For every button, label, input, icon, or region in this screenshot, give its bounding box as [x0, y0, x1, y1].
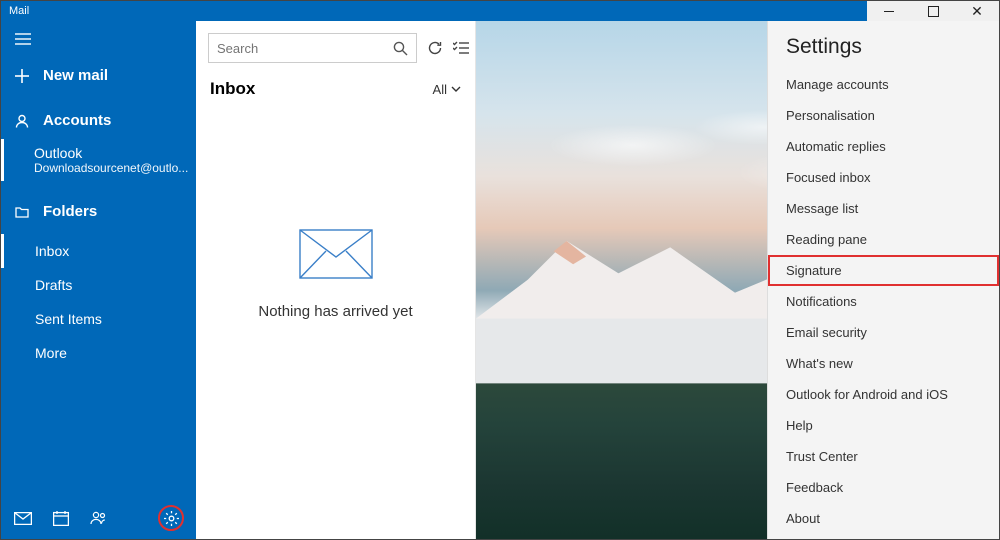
calendar-icon[interactable]: [51, 508, 71, 528]
sync-button[interactable]: [427, 40, 443, 56]
window-title: Mail: [1, 5, 867, 17]
inbox-column: Inbox All Nothing has arrived yet: [196, 21, 476, 539]
empty-message: Nothing has arrived yet: [258, 303, 412, 320]
folders-header[interactable]: Folders: [1, 193, 196, 230]
mail-app: Mail ✕ New mail Accounts: [0, 0, 1000, 540]
folder-drafts[interactable]: Drafts: [1, 268, 196, 302]
inbox-filter-label: All: [433, 82, 447, 97]
settings-item-automatic-replies[interactable]: Automatic replies: [768, 131, 999, 162]
search-input[interactable]: [217, 41, 393, 56]
account-email: Downloadsourcenet@outlo...: [34, 161, 182, 175]
mail-icon[interactable]: [13, 508, 33, 528]
accounts-label: Accounts: [43, 112, 111, 129]
inbox-title: Inbox: [210, 79, 433, 99]
hamburger-button[interactable]: [1, 21, 196, 57]
folder-sent[interactable]: Sent Items: [1, 302, 196, 336]
settings-item-reading-pane[interactable]: Reading pane: [768, 224, 999, 255]
settings-item-help[interactable]: Help: [768, 410, 999, 441]
settings-item-focused-inbox[interactable]: Focused inbox: [768, 162, 999, 193]
settings-item-signature[interactable]: Signature: [768, 255, 999, 286]
window-minimize-button[interactable]: [867, 1, 911, 21]
titlebar: Mail ✕: [1, 1, 999, 21]
new-mail-label: New mail: [43, 67, 108, 84]
envelope-icon: [299, 229, 373, 279]
settings-button[interactable]: [161, 508, 181, 528]
search-icon[interactable]: [393, 41, 408, 56]
folder-icon: [15, 206, 29, 218]
folder-more[interactable]: More: [1, 336, 196, 370]
settings-panel: Settings Manage accounts Personalisation…: [767, 21, 999, 539]
settings-title: Settings: [768, 35, 999, 69]
folder-inbox[interactable]: Inbox: [1, 234, 196, 268]
settings-item-notifications[interactable]: Notifications: [768, 286, 999, 317]
settings-item-outlook-mobile[interactable]: Outlook for Android and iOS: [768, 379, 999, 410]
new-mail-button[interactable]: New mail: [1, 57, 196, 102]
sidebar-bottom-bar: [1, 497, 196, 539]
settings-item-personalisation[interactable]: Personalisation: [768, 100, 999, 131]
folders-label: Folders: [43, 203, 97, 220]
accounts-header[interactable]: Accounts: [1, 102, 196, 139]
window-maximize-button[interactable]: [911, 1, 955, 21]
chevron-down-icon: [451, 86, 461, 92]
settings-item-trust-center[interactable]: Trust Center: [768, 441, 999, 472]
plus-icon: [15, 69, 29, 83]
window-close-button[interactable]: ✕: [955, 1, 999, 21]
settings-item-message-list[interactable]: Message list: [768, 193, 999, 224]
settings-item-manage-accounts[interactable]: Manage accounts: [768, 69, 999, 100]
search-box[interactable]: [208, 33, 417, 63]
sidebar: New mail Accounts Outlook Downloadsource…: [1, 21, 196, 539]
person-icon: [15, 114, 29, 128]
settings-item-feedback[interactable]: Feedback: [768, 472, 999, 503]
settings-item-whats-new[interactable]: What's new: [768, 348, 999, 379]
account-name: Outlook: [34, 145, 182, 161]
select-mode-button[interactable]: [453, 41, 469, 55]
empty-state: Nothing has arrived yet: [196, 109, 475, 539]
account-item-outlook[interactable]: Outlook Downloadsourcenet@outlo...: [1, 139, 196, 181]
settings-item-email-security[interactable]: Email security: [768, 317, 999, 348]
inbox-filter-dropdown[interactable]: All: [433, 82, 461, 97]
settings-item-about[interactable]: About: [768, 503, 999, 534]
people-icon[interactable]: [89, 508, 109, 528]
settings-button-highlight: [158, 505, 184, 531]
